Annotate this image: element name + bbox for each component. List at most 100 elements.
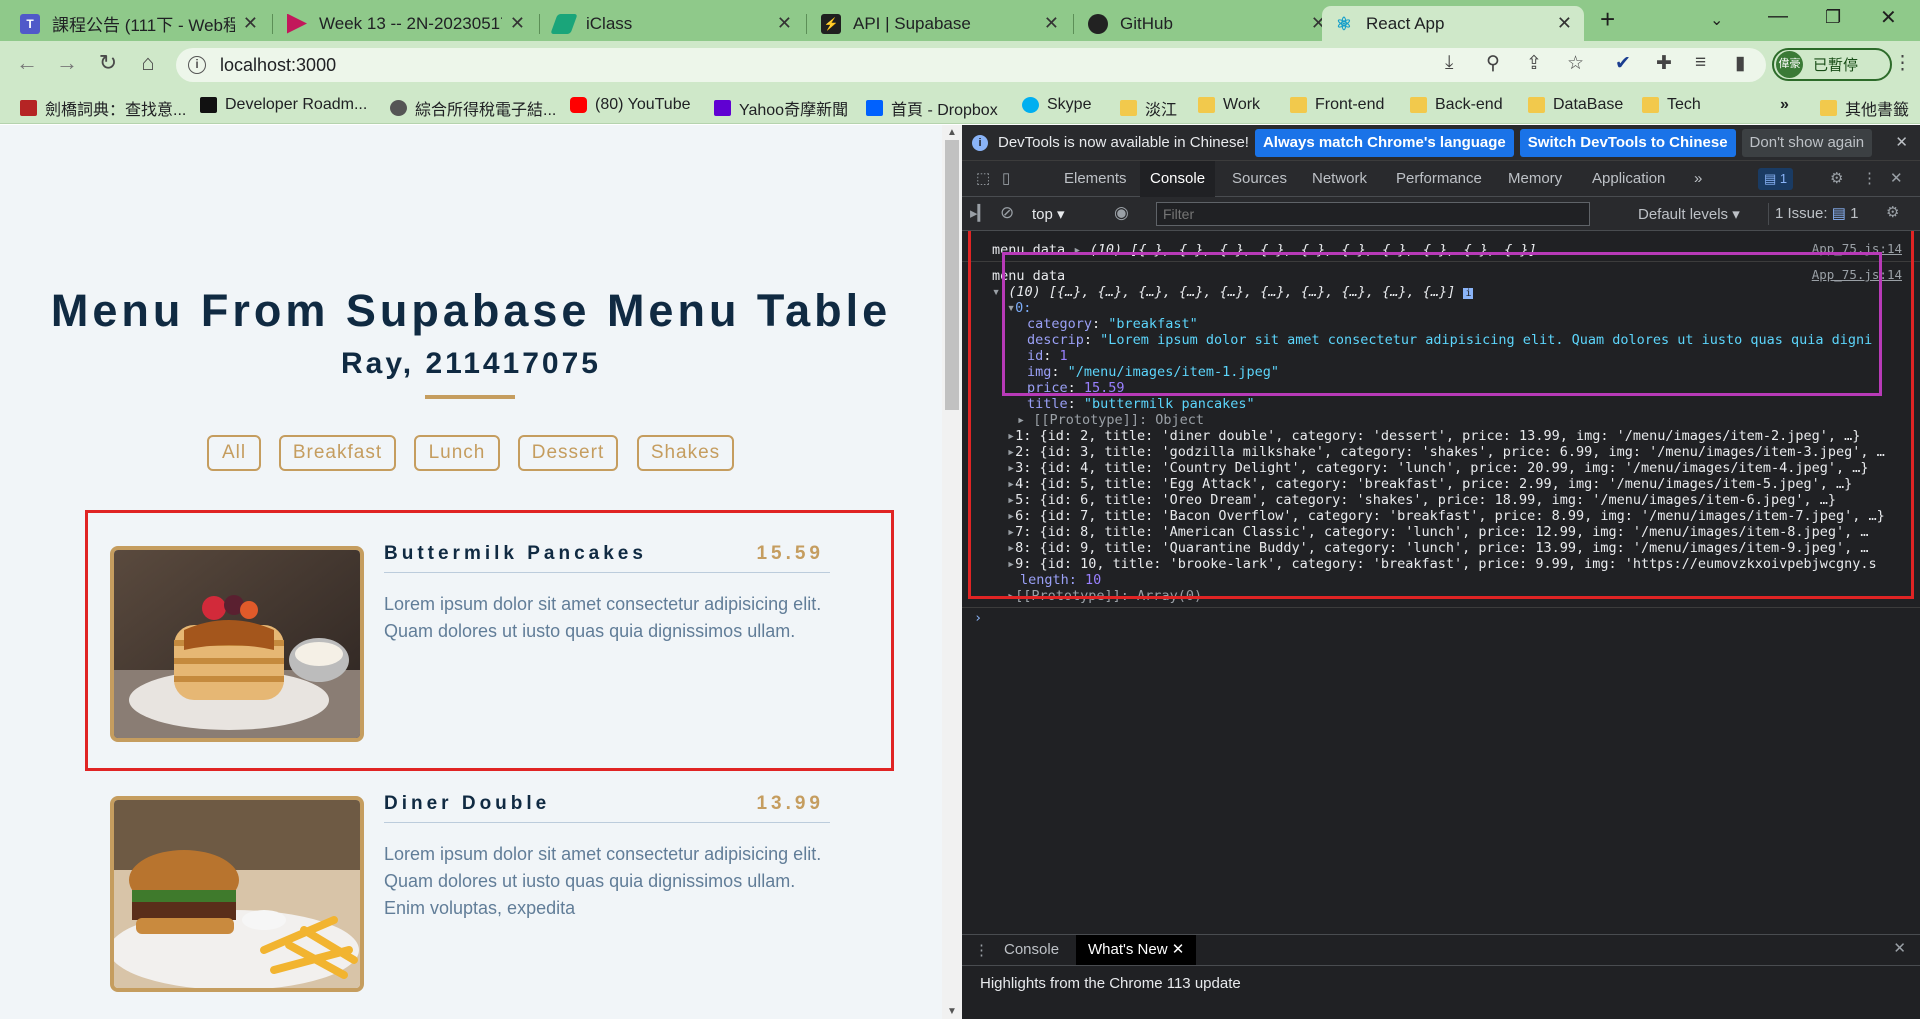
bookmark-item[interactable]: Yahoo奇摩新聞: [714, 96, 848, 120]
other-bookmarks[interactable]: 其他書籤: [1820, 96, 1909, 120]
tab-network[interactable]: Network: [1302, 161, 1377, 197]
site-info-icon[interactable]: i: [188, 56, 206, 74]
context-selector[interactable]: top ▾: [1032, 205, 1065, 223]
back-icon[interactable]: ←: [12, 50, 42, 76]
scroll-thumb[interactable]: [945, 140, 959, 410]
close-icon[interactable]: ✕: [777, 13, 792, 34]
eye-icon[interactable]: ◉: [1114, 203, 1129, 223]
home-icon[interactable]: ⌂: [133, 50, 163, 76]
browser-tab[interactable]: T 課程公告 (111下 - Web程式 ✕: [8, 6, 270, 41]
scroll-down-icon[interactable]: ▼: [942, 1006, 962, 1017]
profile-button[interactable]: 偉豪 已暫停: [1772, 48, 1892, 81]
more-tabs-icon[interactable]: »: [1684, 161, 1712, 197]
github-icon: [1088, 13, 1108, 34]
bookmark-folder[interactable]: DataBase: [1528, 96, 1623, 114]
log-levels-dropdown[interactable]: Default levels ▾: [1638, 205, 1740, 223]
youtube-icon: [570, 97, 587, 113]
browser-tab[interactable]: iClass ✕: [542, 6, 804, 41]
extensions-icon[interactable]: ✚: [1656, 52, 1672, 75]
close-icon[interactable]: ✕: [1044, 13, 1059, 34]
tab-search-icon[interactable]: ⌄: [1710, 10, 1723, 30]
filter-all-button[interactable]: All: [207, 435, 261, 471]
drawer-menu-icon[interactable]: ⋮: [974, 941, 989, 959]
folder-icon: [1410, 97, 1427, 113]
menu-item-price: 13.99: [756, 793, 824, 814]
bookmarks-overflow[interactable]: »: [1780, 96, 1789, 114]
close-icon[interactable]: ✕: [510, 13, 525, 34]
browser-tab[interactable]: ⚡ API | Supabase ✕: [809, 6, 1071, 41]
issues-badge[interactable]: ▤ 1: [1758, 168, 1794, 190]
drawer-tab-whats-new[interactable]: What's New ✕: [1076, 935, 1197, 965]
tab-sources[interactable]: Sources: [1222, 161, 1297, 197]
bookmark-item[interactable]: 綜合所得稅電子結...: [390, 96, 556, 120]
console-filter-input[interactable]: [1156, 202, 1590, 226]
side-panel-icon[interactable]: ▮: [1735, 52, 1745, 75]
extension-check-icon[interactable]: ✔: [1615, 52, 1631, 75]
minimize-icon[interactable]: —: [1768, 5, 1788, 28]
close-window-icon[interactable]: ✕: [1880, 5, 1897, 30]
bookmark-folder[interactable]: 淡江: [1120, 96, 1177, 120]
install-icon[interactable]: ⤓: [1445, 52, 1453, 74]
restore-icon[interactable]: ❐: [1825, 7, 1841, 28]
menu-icon[interactable]: ⋮: [1893, 52, 1912, 75]
device-toolbar-icon[interactable]: ▯: [992, 161, 1020, 197]
new-tab-button[interactable]: +: [1600, 4, 1615, 35]
console-prompt[interactable]: ›: [974, 609, 982, 627]
tab-title: GitHub: [1120, 13, 1173, 33]
menu-item-description: Lorem ipsum dolor sit amet consectetur a…: [384, 594, 822, 641]
bookmark-folder[interactable]: Work: [1198, 96, 1260, 114]
profile-status: 已暫停: [1813, 57, 1859, 74]
bookmark-item[interactable]: (80) YouTube: [570, 96, 690, 114]
zoom-icon[interactable]: ⚲: [1486, 52, 1500, 75]
close-devtools-icon[interactable]: ✕: [1880, 161, 1913, 197]
bookmark-folder[interactable]: Front-end: [1290, 96, 1384, 114]
divider: [384, 822, 830, 823]
close-icon[interactable]: ✕: [1172, 941, 1185, 958]
dont-show-again-button[interactable]: Don't show again: [1741, 128, 1873, 157]
close-icon[interactable]: ✕: [243, 13, 258, 34]
share-icon[interactable]: ⇪: [1526, 52, 1542, 75]
page-scrollbar[interactable]: ▲ ▼: [942, 125, 962, 1019]
divider: [384, 572, 830, 573]
bookmark-folder[interactable]: Tech: [1642, 96, 1701, 114]
tab-performance[interactable]: Performance: [1386, 161, 1492, 197]
browser-tab[interactable]: Week 13 -- 2N-20230517 ✕: [275, 6, 537, 41]
clear-console-icon[interactable]: ⊘: [1000, 203, 1014, 223]
bookmark-folder[interactable]: Back-end: [1410, 96, 1503, 114]
close-icon[interactable]: ✕: [1895, 133, 1908, 151]
console-settings-icon[interactable]: ⚙: [1886, 203, 1899, 221]
close-drawer-icon[interactable]: ✕: [1893, 939, 1906, 957]
filter-lunch-button[interactable]: Lunch: [414, 435, 500, 471]
bookmark-item[interactable]: 首頁 - Dropbox: [866, 96, 998, 120]
tab-title: API | Supabase: [853, 13, 971, 33]
drawer-tab-console[interactable]: Console: [992, 935, 1071, 965]
close-icon[interactable]: ✕: [1557, 13, 1572, 34]
page-subtitle: Ray, 211417075: [341, 347, 601, 380]
react-icon: ⚛: [1335, 13, 1353, 34]
filter-dessert-button[interactable]: Dessert: [518, 435, 618, 471]
media-icon[interactable]: ≡: [1695, 52, 1706, 74]
roadmap-icon: [200, 97, 217, 113]
tab-console[interactable]: Console: [1140, 161, 1216, 197]
match-language-button[interactable]: Always match Chrome's language: [1254, 128, 1514, 157]
browser-tab[interactable]: GitHub ✕: [1076, 6, 1338, 41]
filter-breakfast-button[interactable]: Breakfast: [279, 435, 396, 471]
bookmark-item[interactable]: 劍橋詞典：查找意...: [20, 96, 186, 120]
browser-tab-active[interactable]: ⚛ React App ✕: [1322, 6, 1584, 41]
bookmark-item[interactable]: Developer Roadm...: [200, 96, 367, 114]
tab-title: iClass: [586, 13, 633, 33]
tab-elements[interactable]: Elements: [1054, 161, 1137, 197]
bookmark-item[interactable]: Skype: [1022, 96, 1091, 114]
issues-counter[interactable]: 1 Issue: ▤ 1: [1768, 203, 1864, 225]
drawer-text: Highlights from the Chrome 113 update: [980, 975, 1241, 992]
settings-icon[interactable]: ⚙: [1820, 161, 1853, 197]
switch-language-button[interactable]: Switch DevTools to Chinese: [1519, 128, 1736, 157]
sidebar-toggle-icon[interactable]: ▸▎: [970, 204, 989, 222]
reload-icon[interactable]: ↻: [93, 50, 123, 76]
tab-application[interactable]: Application: [1582, 161, 1675, 197]
bookmark-star-icon[interactable]: ☆: [1567, 52, 1584, 75]
forward-icon[interactable]: →: [52, 50, 82, 76]
scroll-up-icon[interactable]: ▲: [942, 127, 962, 138]
tab-memory[interactable]: Memory: [1498, 161, 1572, 197]
filter-shakes-button[interactable]: Shakes: [637, 435, 734, 471]
